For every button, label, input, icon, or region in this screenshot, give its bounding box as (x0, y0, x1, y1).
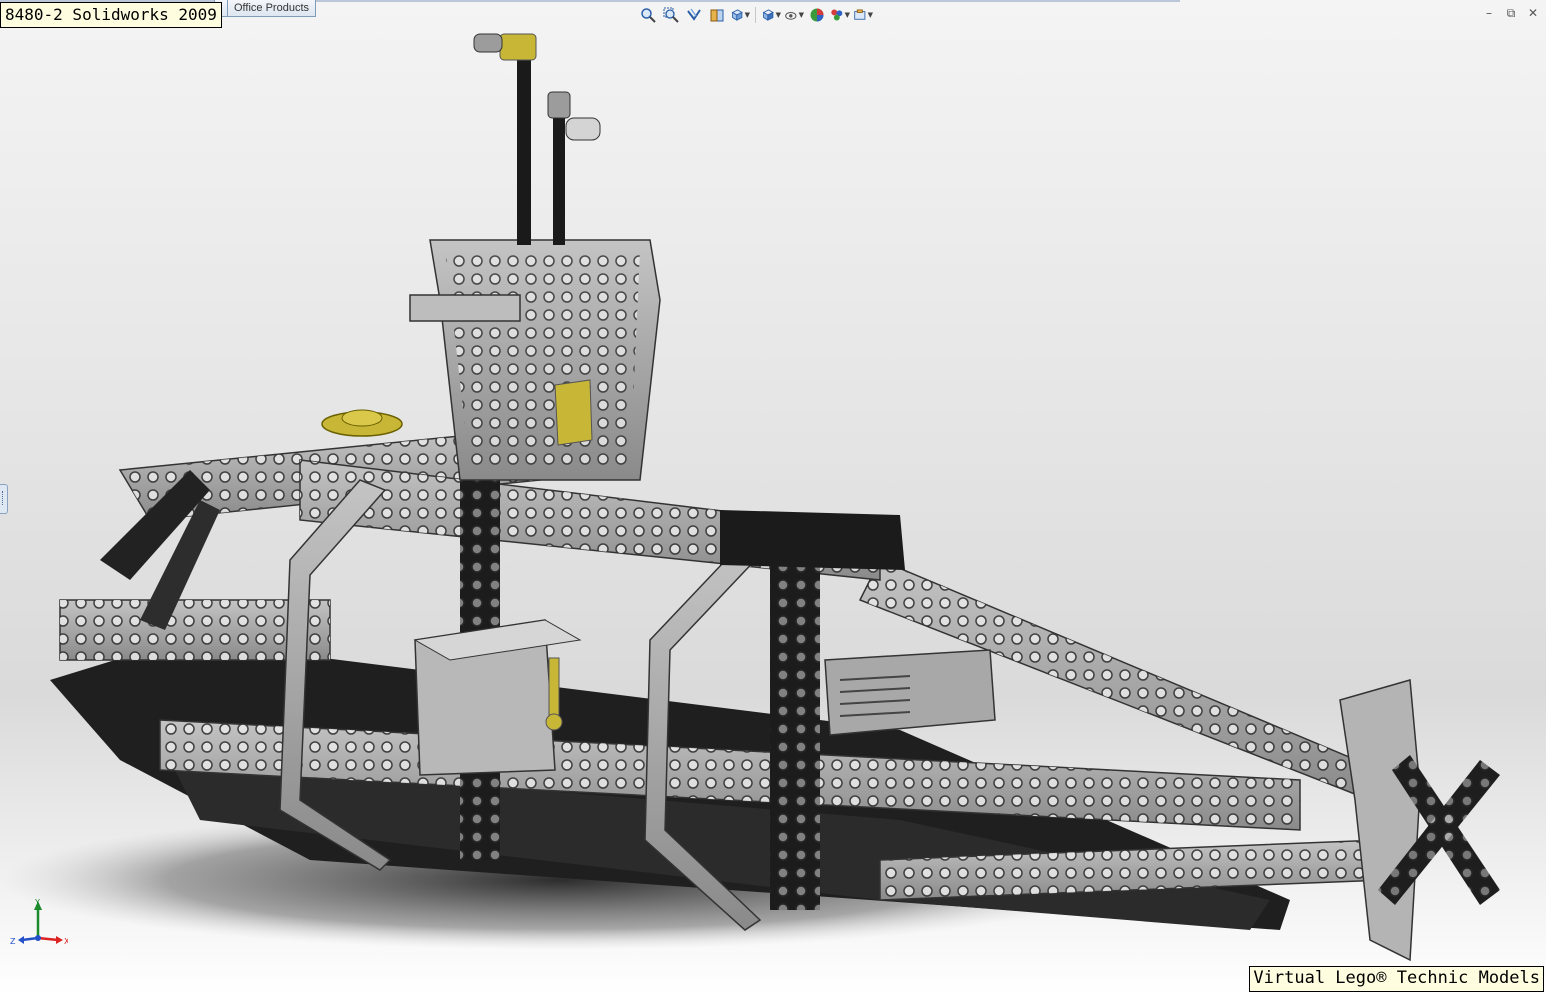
display-style-icon[interactable]: ▼ (761, 5, 781, 25)
periscope-mast-1 (517, 55, 531, 245)
toolbar-separator (755, 7, 756, 23)
tower-ledge (409, 294, 521, 322)
triad-z-label: Z (10, 937, 16, 946)
top-dark-block (720, 510, 905, 570)
hide-show-items-icon[interactable]: ▼ (784, 5, 804, 25)
stern-fin (1339, 679, 1421, 962)
model-title-label: 8480-2 Solidworks 2009 (0, 2, 222, 28)
triad-x-label: X (64, 937, 68, 946)
apply-scene-icon[interactable]: ▼ (830, 5, 850, 25)
reference-triad: Y X Z (10, 898, 68, 946)
motor (824, 649, 996, 736)
command-manager-tabs: e Office Products (214, 0, 316, 18)
section-view-icon[interactable] (707, 5, 727, 25)
previous-view-icon[interactable] (684, 5, 704, 25)
heads-up-view-toolbar: ▼ ▼ ▼ ▼ ▼ (638, 4, 873, 26)
lego-submarine-model[interactable] (0, 0, 1546, 994)
minimize-button[interactable]: – (1482, 6, 1496, 20)
watermark-label: Virtual Lego® Technic Models (1249, 966, 1544, 992)
edit-appearance-icon[interactable] (807, 5, 827, 25)
tower-yellow-plate (554, 379, 593, 446)
zoom-to-area-icon[interactable] (661, 5, 681, 25)
close-button[interactable]: ✕ (1526, 6, 1540, 20)
triad-y-label: Y (34, 898, 40, 907)
graphics-area[interactable]: e Office Products 8480-2 Solidworks 2009… (0, 0, 1546, 994)
periscope-mast-2 (553, 115, 565, 245)
window-controls: – ⧉ ✕ (1482, 6, 1540, 20)
yellow-lever (548, 657, 560, 717)
view-orientation-icon[interactable]: ▼ (730, 5, 750, 25)
restore-button[interactable]: ⧉ (1504, 6, 1518, 20)
zoom-to-fit-icon[interactable] (638, 5, 658, 25)
tab-office-products[interactable]: Office Products (227, 0, 316, 17)
flyout-pane-handle[interactable] (0, 484, 8, 514)
view-settings-icon[interactable]: ▼ (853, 5, 873, 25)
